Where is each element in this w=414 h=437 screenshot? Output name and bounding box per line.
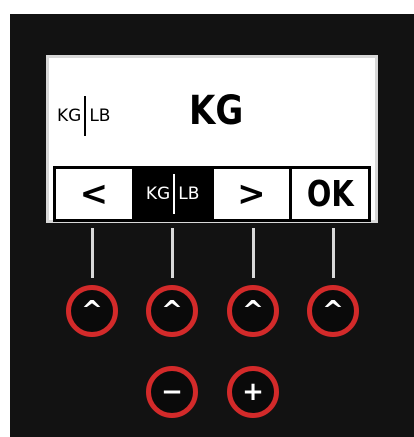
leader-line-4	[332, 228, 335, 278]
unit-label-kg: KG	[57, 106, 82, 126]
softkey-next[interactable]: >	[214, 169, 293, 219]
leader-line-3	[252, 228, 255, 278]
softkey-prev[interactable]: <	[56, 169, 135, 219]
softkey-button-1[interactable]: ^	[66, 285, 118, 337]
minus-button[interactable]: −	[146, 366, 198, 418]
selected-unit-value: KG	[189, 88, 244, 134]
softkey-ok[interactable]: OK	[292, 169, 368, 219]
softkey-button-2[interactable]: ^	[146, 285, 198, 337]
leader-line-2	[171, 228, 174, 278]
unit-label-lb: LB	[89, 106, 111, 126]
softkey-button-4[interactable]: ^	[307, 285, 359, 337]
plus-icon: +	[242, 377, 264, 407]
unit-label-divider	[84, 96, 87, 136]
chevron-left-icon: <	[79, 174, 109, 214]
plus-button[interactable]: +	[227, 366, 279, 418]
ok-label: OK	[306, 173, 354, 215]
minus-icon: −	[161, 377, 183, 407]
chevron-up-icon: ^	[161, 296, 183, 326]
leader-line-1	[91, 228, 94, 278]
toggle-divider	[173, 174, 176, 214]
toggle-label-kg: KG	[145, 184, 171, 204]
softkey-button-3[interactable]: ^	[227, 285, 279, 337]
toggle-label-lb: LB	[178, 184, 200, 204]
softkey-unit-toggle[interactable]: KG LB	[134, 169, 214, 219]
lcd-display: KG LB KG < KG LB > OK	[46, 55, 378, 223]
chevron-right-icon: >	[237, 174, 266, 214]
chevron-up-icon: ^	[81, 296, 103, 326]
chevron-up-icon: ^	[242, 296, 264, 326]
unit-selector-label: KG LB	[57, 96, 110, 136]
chevron-up-icon: ^	[322, 296, 344, 326]
softkey-bar: < KG LB > OK	[53, 166, 371, 222]
